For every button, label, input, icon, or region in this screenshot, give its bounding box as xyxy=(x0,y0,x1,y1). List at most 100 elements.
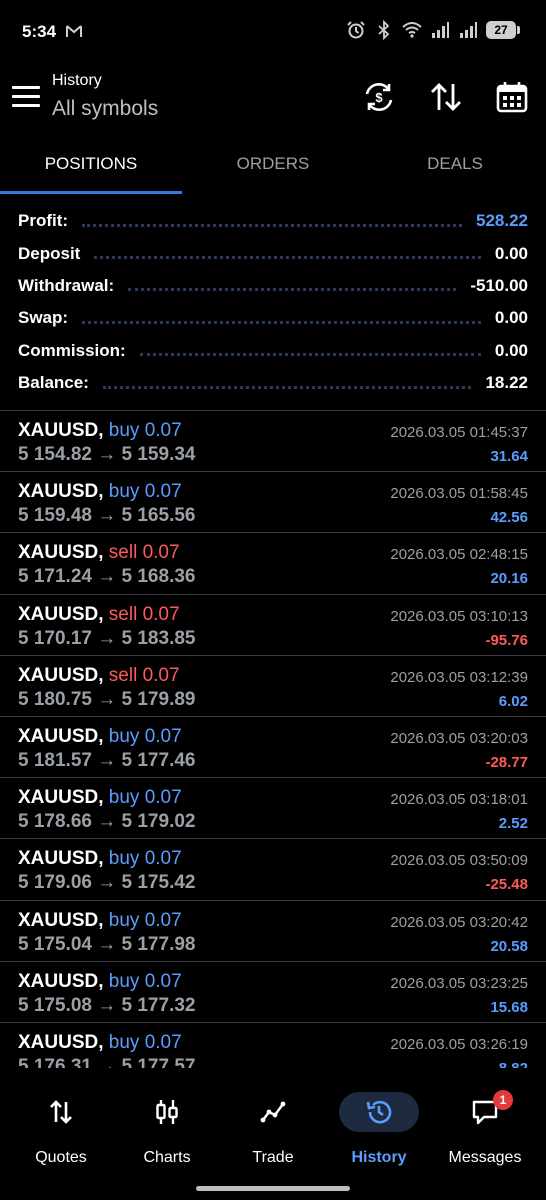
trade-symbol-line: XAUUSD, sell 0.07 xyxy=(18,604,180,626)
table-row[interactable]: XAUUSD, buy 0.07 5 175.04 → 5 177.98 202… xyxy=(0,901,546,962)
sort-icon[interactable] xyxy=(429,80,463,114)
history-tabs: POSITIONS ORDERS DEALS xyxy=(0,140,546,194)
trade-prices: 5 181.57 → 5 177.46 xyxy=(18,749,196,771)
trade-direction: buy 0.07 xyxy=(108,787,182,809)
summary-withdrawal: Withdrawal: -510.00 xyxy=(18,270,528,302)
app-header: History All symbols $ xyxy=(0,62,546,138)
status-bar: 5:34 27 xyxy=(0,0,546,62)
trade-time: 2026.03.05 03:20:42 xyxy=(390,913,528,931)
trade-direction: buy 0.07 xyxy=(108,909,182,931)
nav-label: History xyxy=(351,1149,407,1166)
dotted-leader xyxy=(139,353,481,357)
summary-value: 0.00 xyxy=(494,340,528,360)
tab-orders[interactable]: ORDERS xyxy=(182,140,364,194)
table-row[interactable]: XAUUSD, buy 0.07 5 159.48 → 5 165.56 202… xyxy=(0,472,546,534)
summary-label: Swap: xyxy=(18,308,69,328)
tab-positions[interactable]: POSITIONS xyxy=(0,140,182,194)
trade-profit: 15.68 xyxy=(490,998,528,1016)
table-row[interactable]: XAUUSD, buy 0.07 5 154.82 → 5 159.34 202… xyxy=(0,411,546,473)
table-row[interactable]: XAUUSD, buy 0.07 5 178.66 → 5 179.02 202… xyxy=(0,778,546,840)
summary-label: Balance: xyxy=(18,373,89,393)
summary-profit: Profit: 528.22 xyxy=(18,205,528,237)
summary-deposit: Deposit 0.00 xyxy=(18,237,528,269)
nav-history[interactable]: History xyxy=(327,1088,431,1166)
currency-exchange-icon[interactable]: $ xyxy=(362,80,396,114)
trade-symbol-line: XAUUSD, buy 0.07 xyxy=(18,910,182,932)
table-row[interactable]: XAUUSD, buy 0.07 5 176.31 → 5 177.57 202… xyxy=(0,1023,546,1068)
trade-symbol-line: XAUUSD, sell 0.07 xyxy=(18,542,180,564)
trade-time: 2026.03.05 01:45:37 xyxy=(390,424,528,441)
dotted-leader xyxy=(82,320,481,324)
summary-value: 0.00 xyxy=(494,308,528,328)
trade-time: 2026.03.05 02:48:15 xyxy=(390,546,528,564)
status-time: 5:34 xyxy=(22,22,57,41)
summary-label: Withdrawal: xyxy=(18,275,115,295)
trade-profit: 6.02 xyxy=(498,692,528,710)
trade-profit: -95.76 xyxy=(485,631,528,649)
trade-symbol: XAUUSD, xyxy=(18,603,104,625)
symbol-filter[interactable]: All symbols xyxy=(52,97,158,121)
table-row[interactable]: XAUUSD, sell 0.07 5 171.24 → 5 168.36 20… xyxy=(0,533,546,595)
trade-symbol: XAUUSD, xyxy=(18,1031,104,1053)
nav-messages[interactable]: 1 Messages xyxy=(433,1088,537,1166)
trade-direction: buy 0.07 xyxy=(108,848,182,870)
trade-symbol-line: XAUUSD, sell 0.07 xyxy=(18,665,180,687)
trade-prices: 5 171.24 → 5 168.36 xyxy=(18,566,196,588)
tab-deals[interactable]: DEALS xyxy=(364,140,546,194)
gesture-bar[interactable] xyxy=(196,1186,350,1191)
table-row[interactable]: XAUUSD, buy 0.07 5 181.57 → 5 177.46 202… xyxy=(0,717,546,779)
quotes-icon xyxy=(50,1100,72,1124)
trade-profit: 31.64 xyxy=(490,448,528,465)
gmail-icon xyxy=(66,25,82,37)
trade-symbol-line: XAUUSD, buy 0.07 xyxy=(18,420,182,442)
nav-label: Quotes xyxy=(35,1149,87,1166)
trade-time: 2026.03.05 03:26:19 xyxy=(390,1035,528,1053)
trade-symbol: XAUUSD, xyxy=(18,787,104,809)
trade-time: 2026.03.05 03:23:25 xyxy=(390,974,528,992)
trade-symbol: XAUUSD, xyxy=(18,848,104,870)
trade-direction: buy 0.07 xyxy=(108,725,182,747)
nav-quotes[interactable]: Quotes xyxy=(9,1088,113,1166)
menu-icon[interactable] xyxy=(12,86,40,110)
summary-value: 18.22 xyxy=(485,373,528,393)
trade-time: 2026.03.05 03:18:01 xyxy=(390,791,528,809)
page-title: History xyxy=(52,72,102,89)
trade-prices: 5 175.04 → 5 177.98 xyxy=(18,933,196,955)
trade-prices: 5 179.06 → 5 175.42 xyxy=(18,872,196,894)
table-row[interactable]: XAUUSD, sell 0.07 5 180.75 → 5 179.89 20… xyxy=(0,656,546,717)
dotted-leader xyxy=(102,385,472,389)
summary-value: 528.22 xyxy=(476,211,528,231)
trade-symbol-line: XAUUSD, buy 0.07 xyxy=(18,787,182,809)
table-row[interactable]: XAUUSD, buy 0.07 5 179.06 → 5 175.42 202… xyxy=(0,839,546,901)
trade-symbol: XAUUSD, xyxy=(18,909,104,931)
trade-profit: -25.48 xyxy=(485,876,528,894)
battery-indicator: 27 xyxy=(486,21,520,39)
trade-symbol-line: XAUUSD, buy 0.07 xyxy=(18,481,182,503)
messages-badge: 1 xyxy=(493,1090,513,1110)
table-row[interactable]: XAUUSD, sell 0.07 5 170.17 → 5 183.85 20… xyxy=(0,595,546,656)
account-summary: Profit: 528.22 Deposit 0.00 Withdrawal: … xyxy=(18,205,528,399)
trade-symbol-line: XAUUSD, buy 0.07 xyxy=(18,726,182,748)
trade-time: 2026.03.05 03:12:39 xyxy=(390,668,528,686)
trade-prices: 5 178.66 → 5 179.02 xyxy=(18,811,196,833)
trade-direction: sell 0.07 xyxy=(108,664,180,686)
trade-time: 2026.03.05 03:50:09 xyxy=(390,852,528,870)
trade-prices: 5 180.75 → 5 179.89 xyxy=(18,688,196,710)
status-icons: 27 xyxy=(346,20,520,40)
nav-charts[interactable]: Charts xyxy=(115,1088,219,1166)
trade-direction: sell 0.07 xyxy=(108,603,180,625)
summary-value: 0.00 xyxy=(494,243,528,263)
calendar-icon[interactable] xyxy=(495,80,529,114)
trade-prices: 5 176.31 → 5 177.57 xyxy=(18,1055,196,1068)
trade-profit: 8.82 xyxy=(499,1060,528,1068)
nav-trade[interactable]: Trade xyxy=(221,1088,325,1166)
trade-symbol-line: XAUUSD, buy 0.07 xyxy=(18,1032,182,1054)
wifi-icon xyxy=(402,22,422,38)
alarm-icon xyxy=(347,21,365,39)
table-row[interactable]: XAUUSD, buy 0.07 5 175.08 → 5 177.32 202… xyxy=(0,962,546,1023)
trade-direction: sell 0.07 xyxy=(108,542,180,564)
bottom-navigation: Quotes Charts Trade History 1 Messages xyxy=(0,1078,546,1200)
trade-prices: 5 175.08 → 5 177.32 xyxy=(18,994,196,1016)
trade-profit: 20.58 xyxy=(490,937,528,955)
positions-list: XAUUSD, buy 0.07 5 154.82 → 5 159.34 202… xyxy=(0,411,546,1068)
